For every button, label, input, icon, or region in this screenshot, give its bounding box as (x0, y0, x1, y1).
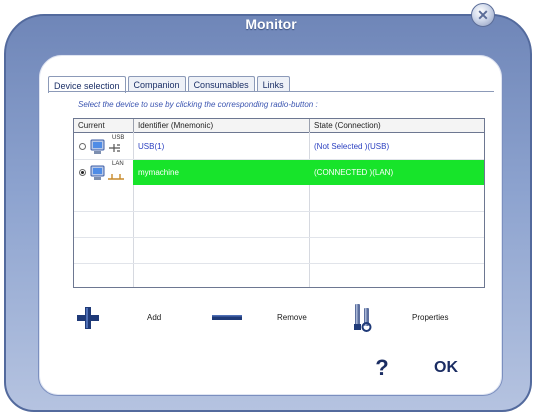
table-row-usb[interactable]: USB USB(1) (Not Selected )(USB) (74, 134, 484, 159)
device-radio-lan[interactable] (79, 169, 86, 176)
table-header: Current Identifier (Mnemonic) State (Con… (74, 119, 484, 133)
instruction-text: Select the device to use by clicking the… (78, 100, 318, 109)
column-header-current[interactable]: Current (74, 119, 134, 132)
add-button-label[interactable]: Add (147, 313, 161, 322)
column-header-state[interactable]: State (Connection) (310, 119, 484, 132)
device-table: Current Identifier (Mnemonic) State (Con… (73, 118, 485, 288)
device-state: (Not Selected )(USB) (314, 142, 390, 151)
device-identifier: mymachine (138, 168, 179, 177)
row-divider (74, 263, 484, 264)
remove-button-label[interactable]: Remove (277, 313, 307, 322)
tab-companion[interactable]: Companion (127, 76, 186, 92)
column-header-identifier[interactable]: Identifier (Mnemonic) (134, 119, 310, 132)
close-icon[interactable]: ✕ (471, 3, 495, 27)
add-icon[interactable] (76, 306, 100, 330)
row-divider (74, 211, 484, 212)
ok-button[interactable]: OK (428, 357, 464, 379)
device-state: (CONNECTED )(LAN) (314, 168, 394, 177)
help-button[interactable]: ? (371, 355, 393, 381)
connection-type-label: USB (112, 135, 125, 141)
connection-type-label: LAN (112, 161, 124, 167)
remove-icon[interactable] (211, 313, 243, 323)
device-radio-usb[interactable] (79, 143, 86, 150)
tab-bar: Device selection Companion Consumables L… (48, 74, 292, 93)
row-divider (74, 237, 484, 238)
tab-consumables[interactable]: Consumables (187, 76, 255, 92)
device-identifier: USB(1) (138, 142, 165, 151)
properties-icon[interactable] (352, 302, 376, 332)
window-title: Monitor (245, 16, 297, 32)
tab-links[interactable]: Links (256, 76, 290, 92)
table-row-lan[interactable]: LAN mymachine (CONNECTED )(LAN) (74, 160, 484, 185)
properties-button-label[interactable]: Properties (412, 313, 448, 322)
